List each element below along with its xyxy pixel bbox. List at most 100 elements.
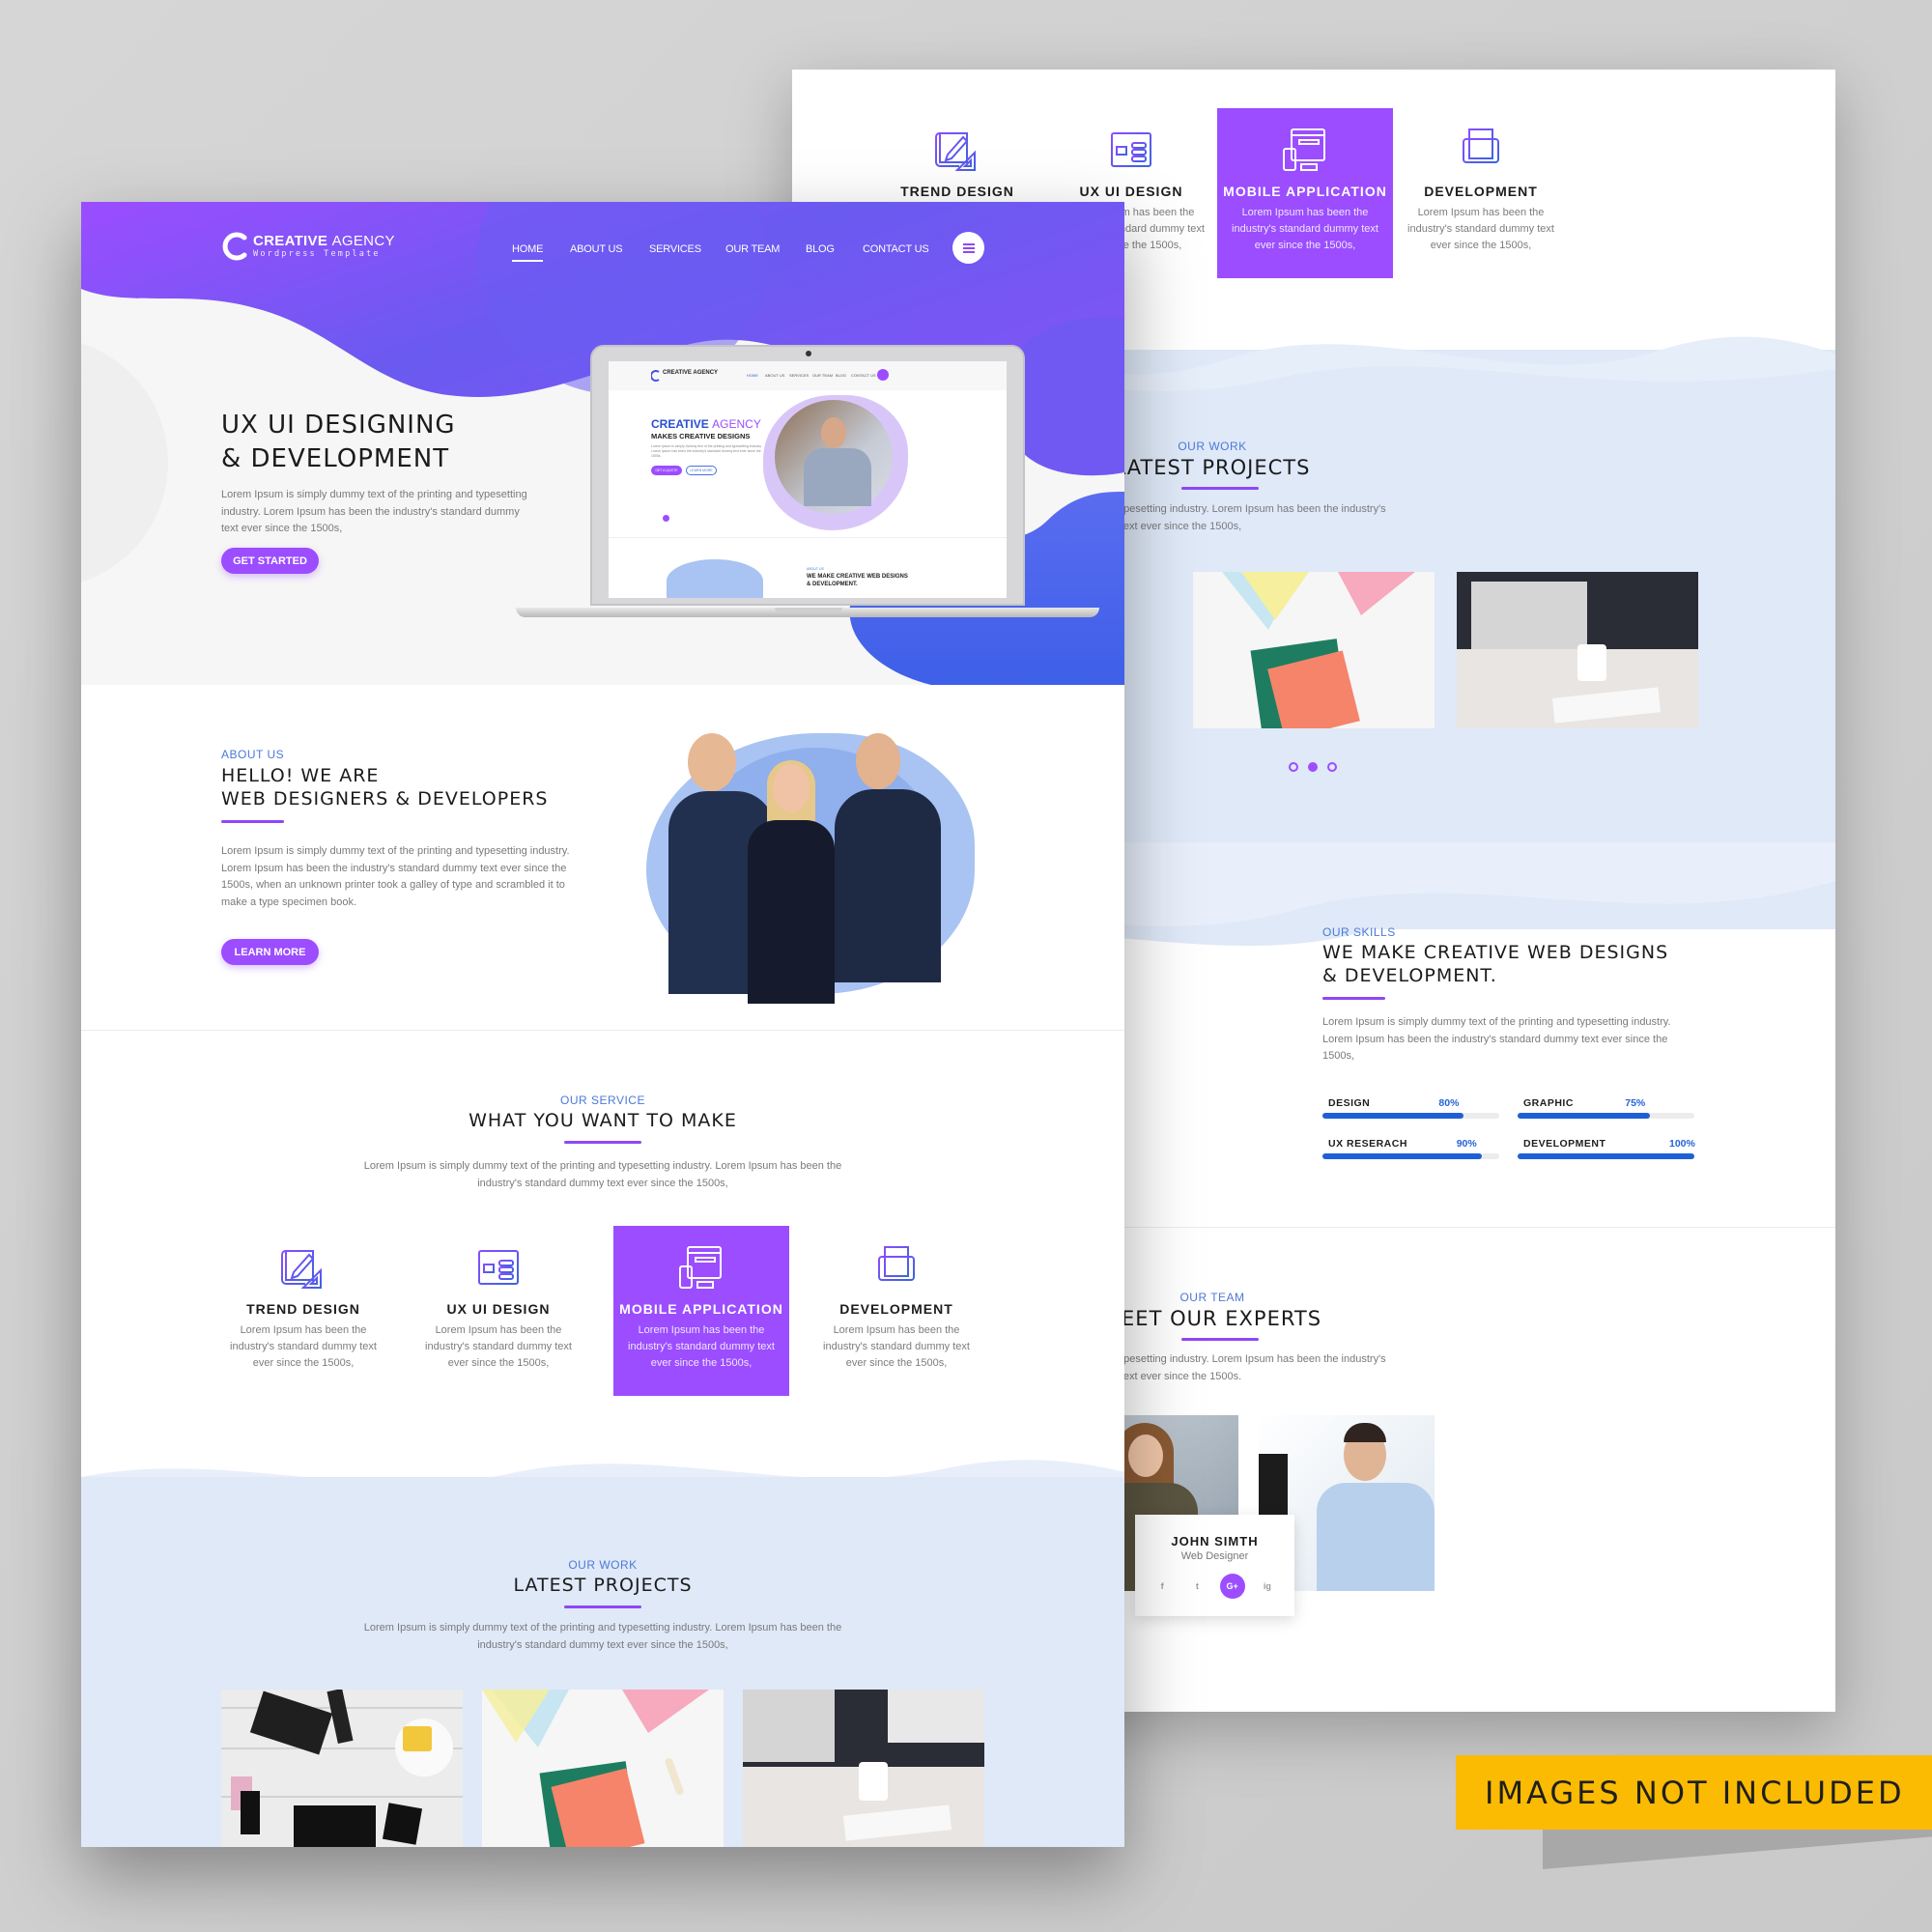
mini-nav-about: ABOUT US bbox=[765, 373, 785, 378]
mini-logo-icon bbox=[651, 370, 660, 382]
menu-button[interactable] bbox=[952, 232, 984, 264]
about-team-photo bbox=[622, 714, 989, 1004]
title-underline bbox=[221, 820, 284, 823]
skill-percent: 80% bbox=[1438, 1097, 1460, 1109]
laptop-notch bbox=[775, 608, 842, 612]
skill-track bbox=[1322, 1153, 1499, 1159]
about-eyebrow: ABOUT US bbox=[221, 748, 285, 761]
mini-nav-services: SERVICES bbox=[789, 373, 810, 378]
skill-label: GRAPHIC bbox=[1523, 1097, 1574, 1109]
mini-nav-blog: BLOG bbox=[836, 373, 847, 378]
skill-track bbox=[1322, 1113, 1499, 1119]
service-title: TREND DESIGN bbox=[246, 1301, 360, 1317]
mini-menu-icon bbox=[877, 369, 889, 381]
skill-fill bbox=[1322, 1113, 1464, 1119]
brand-tagline: Wordpress Template bbox=[253, 249, 381, 259]
skills-title: WE MAKE CREATIVE WEB DESIGNS & DEVELOPME… bbox=[1322, 941, 1668, 987]
skills-text: Lorem Ipsum is simply dummy text of the … bbox=[1322, 1016, 1671, 1062]
skills-title-line2: & DEVELOPMENT. bbox=[1322, 965, 1497, 986]
carousel-dot[interactable] bbox=[1289, 762, 1298, 772]
service-title: DEVELOPMENT bbox=[839, 1301, 953, 1317]
back-service-card-development[interactable]: DEVELOPMENT Lorem Ipsum has been the ind… bbox=[1393, 108, 1569, 278]
mini-nav-home: HOME bbox=[747, 373, 758, 378]
service-title: UX UI DESIGN bbox=[446, 1301, 551, 1317]
service-text: Lorem Ipsum has been the industry's stan… bbox=[425, 1324, 572, 1369]
get-started-button[interactable]: GET STARTED bbox=[221, 548, 319, 574]
brand-name-bold: CREATIVE bbox=[253, 233, 328, 249]
team-member-card[interactable]: JOHN SIMTH Web Designer f t G+ ig bbox=[1135, 1515, 1294, 1616]
twitter-icon[interactable]: t bbox=[1184, 1574, 1209, 1599]
carousel-dot[interactable] bbox=[1327, 762, 1337, 772]
brand-logo[interactable]: CREATIVE AGENCY Wordpress Template bbox=[253, 233, 395, 259]
service-title: TREND DESIGN bbox=[900, 184, 1014, 199]
instagram-icon[interactable]: ig bbox=[1255, 1574, 1280, 1599]
mini-hero-photo bbox=[775, 400, 893, 514]
service-title: DEVELOPMENT bbox=[1424, 184, 1538, 199]
service-title: UX UI DESIGN bbox=[1079, 184, 1183, 199]
monitor-code-icon bbox=[878, 1246, 915, 1287]
laptop-camera bbox=[806, 351, 811, 356]
service-card-mobile-application[interactable]: MOBILE APPLICATION Lorem Ipsum has been … bbox=[613, 1226, 789, 1396]
mini-hero-blue: CREATIVE bbox=[651, 417, 709, 431]
responsive-devices-icon bbox=[679, 1246, 722, 1289]
google-plus-icon[interactable]: G+ bbox=[1219, 1574, 1245, 1599]
service-card-ux-ui-design[interactable]: UX UI DESIGN Lorem Ipsum has been the in… bbox=[411, 1226, 586, 1396]
projects-text: Lorem Ipsum is simply dummy text of the … bbox=[363, 1622, 842, 1651]
responsive-devices-icon bbox=[1283, 128, 1325, 171]
nav-contact-us[interactable]: CONTACT US bbox=[863, 243, 929, 255]
mini-about-title-line1: WE MAKE CREATIVE WEB DESIGNS bbox=[807, 574, 908, 580]
services-eyebrow: OUR SERVICE bbox=[560, 1094, 645, 1107]
about-title-line2: WEB DESIGNERS & DEVELOPERS bbox=[221, 788, 549, 810]
service-title: MOBILE APPLICATION bbox=[619, 1301, 783, 1317]
mini-social-active bbox=[663, 515, 669, 522]
title-underline bbox=[564, 1605, 641, 1608]
service-text: Lorem Ipsum has been the industry's stan… bbox=[823, 1324, 970, 1369]
service-text: Lorem Ipsum has been the industry's stan… bbox=[230, 1324, 377, 1369]
mini-learn-button: LEARN MORE bbox=[686, 466, 717, 475]
nav-about-us[interactable]: ABOUT US bbox=[570, 243, 623, 255]
mini-brand: CREATIVE AGENCY bbox=[663, 370, 718, 376]
nav-blog[interactable]: BLOG bbox=[806, 243, 835, 255]
mini-nav-contact: CONTACT US bbox=[851, 373, 876, 378]
skill-track bbox=[1518, 1153, 1694, 1159]
nav-services[interactable]: SERVICES bbox=[649, 243, 701, 255]
service-card-development[interactable]: DEVELOPMENT Lorem Ipsum has been the ind… bbox=[809, 1226, 984, 1396]
service-card-trend-design[interactable]: TREND DESIGN Lorem Ipsum has been the in… bbox=[215, 1226, 391, 1396]
project-photo-paper-craft[interactable] bbox=[1193, 572, 1435, 728]
mini-about-title-line2: & DEVELOPMENT. bbox=[807, 581, 858, 587]
laptop-screen: CREATIVE AGENCY HOME ABOUT US SERVICES O… bbox=[609, 361, 1007, 598]
service-title: MOBILE APPLICATION bbox=[1223, 184, 1387, 199]
nav-our-team[interactable]: OUR TEAM bbox=[725, 243, 780, 255]
title-underline bbox=[564, 1141, 641, 1144]
service-text: Lorem Ipsum has been the industry's stan… bbox=[1232, 207, 1378, 251]
title-underline bbox=[1181, 1338, 1259, 1341]
project-photo-workstation[interactable] bbox=[743, 1690, 984, 1847]
back-service-card-mobile-app[interactable]: MOBILE APPLICATION Lorem Ipsum has been … bbox=[1217, 108, 1393, 278]
services-text: Lorem Ipsum is simply dummy text of the … bbox=[363, 1160, 842, 1189]
services-title: WHAT YOU WANT TO MAKE bbox=[469, 1110, 737, 1131]
skills-eyebrow: OUR SKILLS bbox=[1322, 925, 1396, 939]
mini-hero-purple: AGENCY bbox=[712, 417, 761, 431]
hamburger-icon bbox=[962, 242, 975, 253]
mini-brand-bold: CREATIVE bbox=[663, 370, 692, 376]
brand-logo-icon bbox=[222, 232, 247, 261]
skill-percent: 75% bbox=[1625, 1097, 1646, 1109]
service-text: Lorem Ipsum has been the industry's stan… bbox=[628, 1324, 775, 1369]
hero-text: Lorem Ipsum is simply dummy text of the … bbox=[221, 489, 527, 534]
projects-title: LATEST PROJECTS bbox=[513, 1575, 693, 1596]
facebook-icon[interactable]: f bbox=[1150, 1574, 1175, 1599]
hero-title-line1: UX UI DESIGNING bbox=[221, 411, 456, 440]
nav-home[interactable]: HOME bbox=[512, 243, 544, 262]
carousel-dot-active[interactable] bbox=[1308, 762, 1318, 772]
project-photo-desk[interactable] bbox=[221, 1690, 463, 1847]
skill-fill bbox=[1518, 1113, 1651, 1119]
learn-more-button[interactable]: LEARN MORE bbox=[221, 939, 319, 965]
mini-about-eyebrow: ABOUT US bbox=[807, 567, 824, 571]
project-photo-paper-craft[interactable] bbox=[482, 1690, 724, 1847]
title-underline bbox=[1181, 487, 1259, 490]
project-photo-workstation[interactable] bbox=[1457, 572, 1698, 728]
skill-fill bbox=[1322, 1153, 1482, 1159]
skill-percent: 90% bbox=[1456, 1138, 1477, 1150]
banner-shadow bbox=[1543, 1829, 1932, 1869]
brand-name-light: AGENCY bbox=[331, 233, 395, 249]
